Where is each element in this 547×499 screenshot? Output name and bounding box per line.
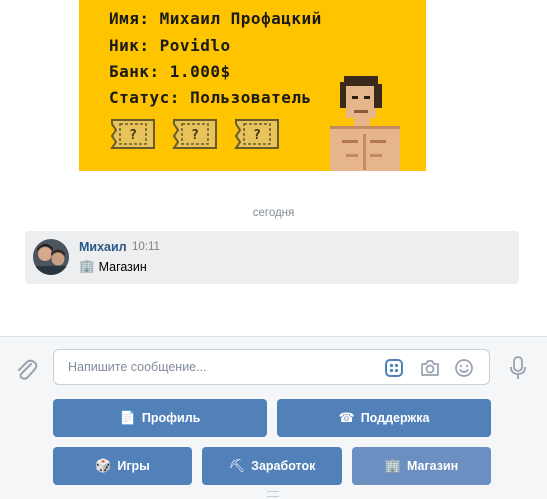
microphone-icon[interactable] [508, 355, 528, 381]
date-divider: сегодня [252, 207, 295, 219]
pixel-character-icon [330, 76, 400, 171]
earnings-button-label: Заработок [251, 459, 316, 473]
ticket-icon: ? [234, 119, 279, 149]
support-button-label: Поддержка [360, 411, 430, 425]
message-text-label: Магазин [98, 259, 147, 274]
resize-grip[interactable] [267, 491, 279, 497]
games-button[interactable]: 🎲 Игры [53, 447, 192, 485]
message-author[interactable]: Михаил [79, 240, 127, 254]
pickaxe-icon: ⛏ [228, 458, 246, 473]
page-icon: 📄 [119, 410, 136, 425]
shop-button-label: Магазин [406, 459, 459, 473]
support-button[interactable]: ☎ Поддержка [277, 399, 491, 437]
emoji-smile-icon[interactable] [454, 358, 474, 378]
dice-icon: 🎲 [95, 458, 112, 473]
svg-text:?: ? [253, 128, 261, 143]
avatar[interactable] [33, 239, 69, 275]
message-input-placeholder: Напишите сообщение... [68, 360, 207, 374]
camera-icon[interactable] [420, 358, 440, 378]
profile-button-label: Профиль [141, 411, 201, 425]
svg-text:?: ? [129, 128, 137, 143]
games-button-label: Игры [117, 459, 150, 473]
telephone-icon: ☎ [338, 410, 355, 425]
card-status-line: Статус: Пользователь [109, 88, 312, 107]
bot-keyboard-icon[interactable] [384, 358, 404, 378]
message-item[interactable]: Михаил 10:11 🏢 Магазин [25, 231, 519, 284]
message-input[interactable]: Напишите сообщение... [53, 349, 490, 385]
card-name-line: Имя: Михаил Профацкий [109, 9, 322, 28]
profile-button[interactable]: 📄 Профиль [53, 399, 267, 437]
user-photo-icon [33, 239, 69, 275]
profile-card-image[interactable]: Имя: Михаил Профацкий Ник: Povidlo Банк:… [79, 0, 426, 171]
ticket-icon: ? [110, 119, 155, 149]
svg-text:?: ? [191, 128, 199, 143]
card-bank-line: Банк: 1.000$ [109, 62, 231, 81]
ticket-icon: ? [172, 119, 217, 149]
message-text: 🏢 Магазин [79, 259, 147, 274]
shop-button[interactable]: 🏢 Магазин [352, 447, 491, 485]
office-building-icon: 🏢 [384, 458, 401, 473]
paperclip-icon[interactable] [14, 356, 38, 382]
office-building-icon: 🏢 [79, 259, 95, 273]
earnings-button[interactable]: ⛏ Заработок [202, 447, 342, 485]
message-time: 10:11 [132, 241, 160, 253]
card-nick-line: Ник: Povidlo [109, 36, 231, 55]
